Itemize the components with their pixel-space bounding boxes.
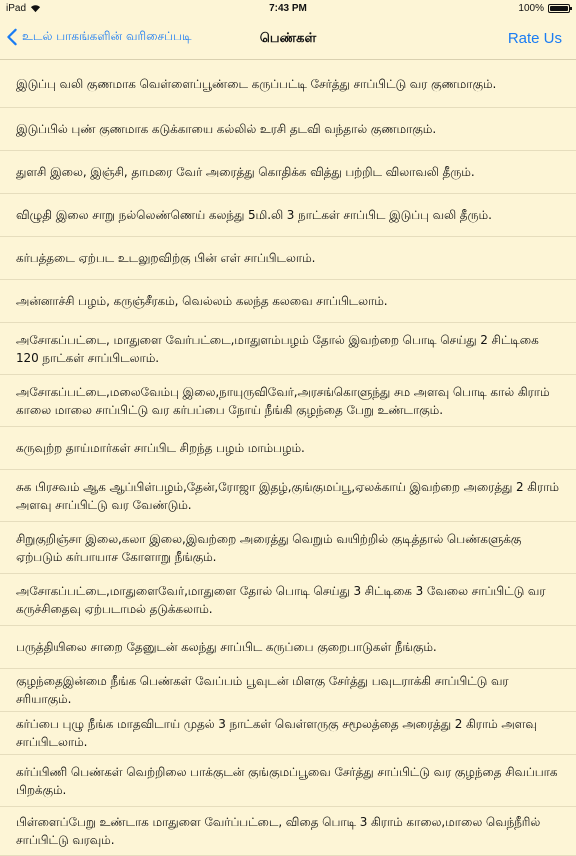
list-item-text: கர்ப்பை புழு நீங்க மாதவிடாய் முதல் 3 நாட…: [16, 717, 537, 749]
list-item-text: பிள்ளைப்பேறு உண்டாக மாதுளை வேர்ப்பட்டை, …: [16, 815, 541, 847]
list-item-text: கர்பத்தடை ஏற்பட உடலுறவிற்கு பின் எள் சாப…: [16, 251, 316, 265]
status-bar: iPad 7:43 PM 100%: [0, 0, 576, 20]
remedy-list: இடுப்பு வலி குணமாக வெள்ளைப்பூண்டை கருப்ப…: [0, 60, 576, 856]
list-item-text: சுக பிரசவம் ஆக ஆப்பிள்பழம்,தேன்,ரோஜா இதழ…: [16, 479, 559, 512]
list-item-text: குழந்தைஇன்மை நீங்க பெண்கள் வேப்பம் பூவுட…: [16, 674, 509, 706]
list-item[interactable]: அன்னாச்சி பழம், கருஞ்சீரகம், வெல்லம் கலந…: [0, 280, 576, 323]
list-item[interactable]: அசோகப்பட்டை,மலைவேம்பு இலை,நாயுருவிவேர்,அ…: [0, 375, 576, 427]
status-time: 7:43 PM: [269, 3, 307, 14]
list-item[interactable]: அசோகப்பட்டை, மாதுளை வேர்பட்டை,மாதுளம்பழம…: [0, 323, 576, 375]
list-item[interactable]: சுக பிரசவம் ஆக ஆப்பிள்பழம்,தேன்,ரோஜா இதழ…: [0, 470, 576, 522]
list-item-text: சிறுகுறிஞ்சா இலை,கலா இலை,இவற்றை அரைத்து …: [16, 531, 522, 564]
list-item[interactable]: குழந்தைஇன்மை நீங்க பெண்கள் வேப்பம் பூவுட…: [0, 669, 576, 712]
list-item-text: அசோகப்பட்டை,மலைவேம்பு இலை,நாயுருவிவேர்,அ…: [16, 384, 550, 417]
list-item-text: அசோகப்பட்டை,மாதுளைவேர்,மாதுளை தோல் பொடி …: [16, 583, 546, 616]
list-item[interactable]: கருவுற்ற தாய்மார்கள் சாப்பிட சிறந்த பழம்…: [0, 427, 576, 470]
list-item-text: இடுப்பில் புண் குணமாக கடுக்காயை கல்லில் …: [16, 122, 437, 136]
battery-icon: [548, 4, 572, 13]
list-item-text: பருத்தியிலை சாறை தேனுடன் கலந்து சாப்பிட …: [16, 640, 437, 654]
list-item-text: கருவுற்ற தாய்மார்கள் சாப்பிட சிறந்த பழம்…: [16, 441, 305, 455]
list-item[interactable]: சிறுகுறிஞ்சா இலை,கலா இலை,இவற்றை அரைத்து …: [0, 522, 576, 574]
list-item[interactable]: அசோகப்பட்டை,மாதுளைவேர்,மாதுளை தோல் பொடி …: [0, 574, 576, 626]
list-item[interactable]: விழுதி இலை சாறு நல்லெண்ணெய் கலந்து 5மி.ல…: [0, 194, 576, 237]
list-item-text: இடுப்பு வலி குணமாக வெள்ளைப்பூண்டை கருப்ப…: [16, 76, 497, 91]
list-item[interactable]: கர்பத்தடை ஏற்பட உடலுறவிற்கு பின் எள் சாப…: [0, 237, 576, 280]
list-item[interactable]: இடுப்பில் புண் குணமாக கடுக்காயை கல்லில் …: [0, 108, 576, 151]
list-item[interactable]: பருத்தியிலை சாறை தேனுடன் கலந்து சாப்பிட …: [0, 626, 576, 669]
list-item[interactable]: இடுப்பு வலி குணமாக வெள்ளைப்பூண்டை கருப்ப…: [0, 60, 576, 108]
list-item[interactable]: துளசி இலை, இஞ்சி, தாமரை வேர் அரைத்து கொத…: [0, 151, 576, 194]
battery-percent: 100%: [518, 3, 544, 14]
list-item-text: அன்னாச்சி பழம், கருஞ்சீரகம், வெல்லம் கலந…: [16, 294, 388, 308]
status-right: 100%: [518, 3, 572, 14]
list-item-text: விழுதி இலை சாறு நல்லெண்ணெய் கலந்து 5மி.ல…: [16, 208, 492, 222]
list-item-text: அசோகப்பட்டை, மாதுளை வேர்பட்டை,மாதுளம்பழம…: [16, 332, 539, 365]
list-item[interactable]: கர்ப்பிணி பெண்கள் வெற்றிலை பாக்குடன் குங…: [0, 755, 576, 807]
list-item[interactable]: பிள்ளைப்பேறு உண்டாக மாதுளை வேர்ப்பட்டை, …: [0, 807, 576, 856]
navigation-bar: உடல் பாகங்களின் வரிசைப்படி பெண்கள் Rate …: [0, 20, 576, 60]
rate-us-button[interactable]: Rate Us: [508, 30, 562, 47]
list-item[interactable]: கர்ப்பை புழு நீங்க மாதவிடாய் முதல் 3 நாட…: [0, 712, 576, 755]
page-title: பெண்கள்: [259, 31, 317, 46]
list-item-text: துளசி இலை, இஞ்சி, தாமரை வேர் அரைத்து கொத…: [16, 165, 475, 179]
